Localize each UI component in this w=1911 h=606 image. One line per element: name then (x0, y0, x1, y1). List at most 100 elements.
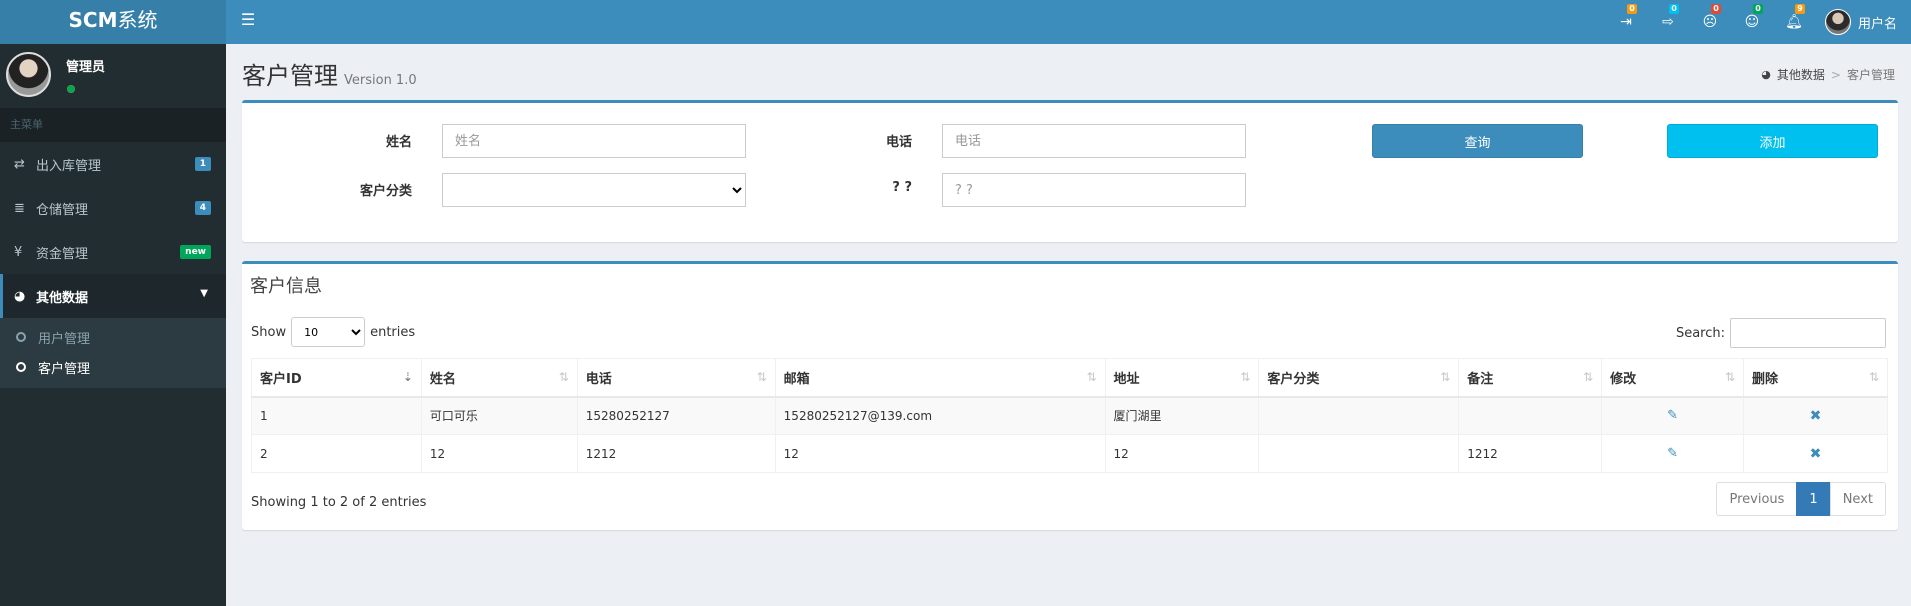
column-header-name[interactable]: 姓名 ⇅ (420, 358, 578, 398)
count-badge: 1 (194, 157, 211, 171)
cell-remark (1458, 396, 1603, 435)
sidebar-item-finance[interactable]: ¥ 资金管理 new (0, 230, 226, 274)
cell-edit: ✎ (1601, 396, 1745, 435)
chevron-down-icon: ▼ (200, 288, 208, 299)
column-header-remark[interactable]: 备注 ⇅ (1458, 358, 1603, 398)
category-select[interactable] (442, 173, 746, 207)
bell-icon[interactable]: 🔔︎ 9 (1773, 0, 1815, 44)
notification-badge: 0 (1752, 4, 1763, 14)
sidebar-item-other-data[interactable]: ◕ 其他数据 ▼ (0, 274, 226, 318)
sort-icon: ⇅ (1440, 370, 1451, 384)
sort-icon: ⇅ (1724, 370, 1736, 384)
query-button[interactable]: 查询 (1372, 124, 1583, 158)
cell-remark: 1212 (1458, 434, 1603, 473)
navbar-right: ⇥ 0 ⇨ 0 ☹ 0 ☺ 0 🔔︎ 9 用户名 (1605, 0, 1897, 44)
column-header-email[interactable]: 邮箱 ⇅ (774, 358, 1106, 398)
cell-address: 12 (1104, 434, 1260, 473)
cell-address: 厦门湖里 (1104, 396, 1260, 435)
breadcrumb: ◕ 其他数据 > 客户管理 (1761, 66, 1895, 83)
column-header-phone[interactable]: 电话 ⇅ (576, 358, 776, 398)
avatar (6, 52, 51, 97)
category-label: 客户分类 (359, 184, 412, 199)
column-header-delete[interactable]: 删除 ⇅ (1743, 358, 1888, 398)
pagination-page[interactable]: 1 (1796, 482, 1831, 516)
sort-icon: ⇅ (1086, 370, 1097, 384)
pagination-next[interactable]: Next (1829, 482, 1886, 516)
circle-icon (16, 332, 26, 342)
cell-id: 2 (251, 434, 422, 473)
name-input[interactable] (442, 124, 746, 158)
search-label: Search: (1675, 325, 1725, 341)
hamburger-icon[interactable]: ☰ (238, 10, 258, 30)
notification-badge: 0 (1626, 4, 1637, 14)
pagination: Previous 1 Next (1716, 482, 1886, 516)
sidebar: 管理员 主菜单 ⇄ 出入库管理 1 ≣ 仓储管理 4 ¥ 资金管理 new ◕ … (0, 44, 226, 606)
sign-out-icon[interactable]: ⇨ 0 (1647, 0, 1689, 44)
column-header-category[interactable]: 客户分类 ⇅ (1258, 358, 1460, 398)
column-header-label: 客户分类 (1267, 371, 1320, 387)
cell-category (1258, 396, 1460, 435)
delete-icon[interactable]: ✖ (1810, 446, 1822, 462)
sidebar-item-customer-management[interactable]: 客户管理 (0, 352, 226, 382)
customer-table-box: 客户信息 Show 10 entries Search: 客户ID ⇣ 姓名 ⇅ 电… (242, 261, 1898, 530)
column-header-edit[interactable]: 修改 ⇅ (1601, 358, 1745, 398)
notification-badge: 0 (1668, 4, 1679, 14)
new-badge: new (180, 245, 211, 259)
menu-header: 主菜单 (0, 108, 226, 142)
pagination-previous[interactable]: Previous (1716, 482, 1798, 516)
sidebar-item-stock-in-out[interactable]: ⇄ 出入库管理 1 (0, 142, 226, 186)
show-label: Show (251, 324, 287, 340)
header-user-name: 用户名 (1857, 16, 1897, 32)
sign-in-icon[interactable]: ⇥ 0 (1605, 0, 1647, 44)
frown-icon[interactable]: ☹ 0 (1689, 0, 1731, 44)
breadcrumb-link[interactable]: 其他数据 (1777, 66, 1825, 83)
sort-icon: ⇅ (558, 370, 569, 384)
smile-icon[interactable]: ☺ 0 (1731, 0, 1773, 44)
cell-name: 12 (420, 434, 578, 473)
extra-input[interactable] (942, 173, 1246, 207)
edit-icon[interactable]: ✎ (1667, 408, 1678, 423)
sort-icon: ⇅ (756, 370, 767, 384)
notification-badge: 9 (1794, 4, 1805, 14)
entries-label: entries (370, 324, 416, 340)
table-row: 2 12 1212 12 12 1212 ✎ ✖ (251, 434, 1888, 473)
customer-table: 客户ID ⇣ 姓名 ⇅ 电话 ⇅ 邮箱 ⇅ 地址 ⇅ 客户分类 ⇅ 备注 ⇅ 修改 ⇅ 删除 ⇅ … (251, 358, 1888, 473)
edit-icon[interactable]: ✎ (1667, 446, 1678, 461)
page-title-text: 客户管理 (242, 62, 338, 90)
sidebar-item-warehouse[interactable]: ≣ 仓储管理 4 (0, 186, 226, 230)
pie-chart-icon: ◕ (14, 288, 26, 304)
count-badge: 4 (194, 201, 211, 215)
page-length-select[interactable]: 10 (291, 317, 366, 347)
circle-icon (16, 362, 26, 372)
exchange-icon: ⇄ (14, 156, 25, 172)
app-logo[interactable]: SCM系统 (0, 0, 226, 44)
cell-email: 12 (774, 434, 1106, 473)
page-length-control: Show 10 entries (251, 317, 415, 347)
column-header-label: 姓名 (429, 371, 456, 387)
database-icon: ≣ (14, 200, 25, 216)
phone-label: 电话 (885, 135, 912, 150)
sidebar-item-user-management[interactable]: 用户管理 (0, 322, 226, 352)
column-header-label: 电话 (585, 371, 612, 387)
search-input[interactable] (1730, 318, 1886, 348)
sidebar-item-label: 用户管理 (38, 331, 91, 347)
delete-icon[interactable]: ✖ (1810, 408, 1822, 424)
column-header-address[interactable]: 地址 ⇅ (1104, 358, 1260, 398)
column-header-label: 备注 (1467, 371, 1494, 387)
logo-bold-text: SCM (68, 8, 118, 32)
user-panel: 管理员 (0, 44, 226, 108)
user-menu[interactable]: 用户名 (1815, 9, 1897, 35)
column-header-id[interactable]: 客户ID ⇣ (251, 358, 422, 398)
table-header-row: 客户ID ⇣ 姓名 ⇅ 电话 ⇅ 邮箱 ⇅ 地址 ⇅ 客户分类 ⇅ 备注 ⇅ 修改 ⇅ 删除 ⇅ (251, 358, 1888, 398)
box-title: 客户信息 (250, 276, 322, 297)
add-button[interactable]: 添加 (1667, 124, 1878, 158)
phone-input[interactable] (942, 124, 1246, 158)
table-search: Search: (1676, 318, 1886, 348)
top-navbar: SCM系统 ☰ ⇥ 0 ⇨ 0 ☹ 0 ☺ 0 🔔︎ 9 用户名 (0, 0, 1911, 44)
avatar (1824, 9, 1851, 35)
cell-name: 可口可乐 (420, 396, 578, 435)
column-header-label: 修改 (1610, 371, 1637, 387)
sidebar-item-label: 客户管理 (38, 361, 91, 377)
table-info: Showing 1 to 2 of 2 entries (251, 495, 427, 510)
pie-chart-icon: ◕ (1761, 68, 1771, 81)
